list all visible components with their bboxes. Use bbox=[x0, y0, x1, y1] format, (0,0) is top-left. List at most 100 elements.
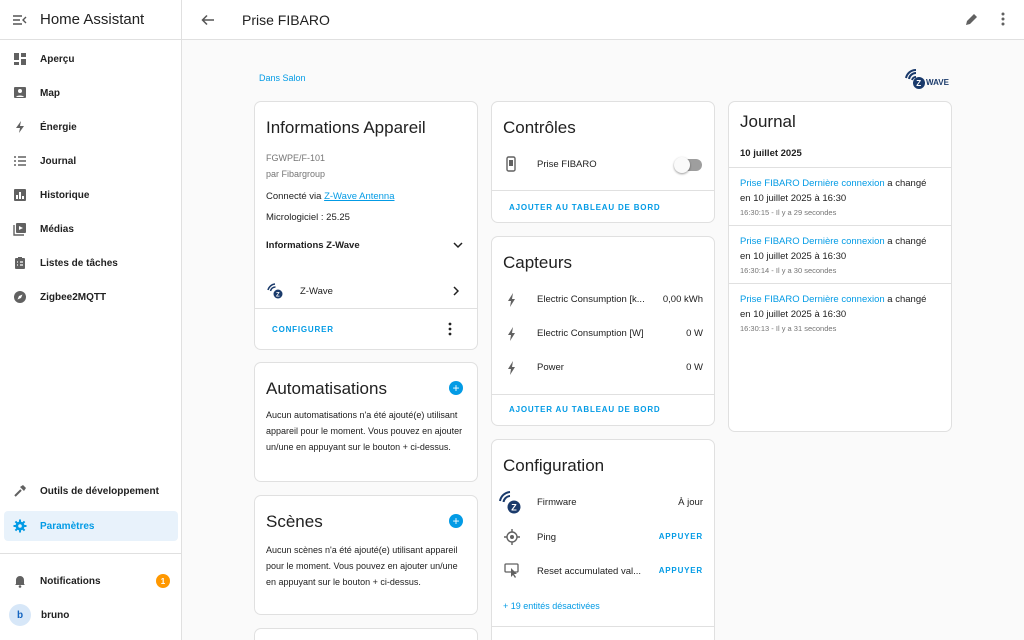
map-icon bbox=[12, 85, 28, 101]
more-vertical-icon[interactable] bbox=[448, 322, 452, 336]
app-title: Home Assistant bbox=[40, 11, 145, 28]
sensor-name: Power bbox=[537, 362, 564, 373]
journal-entry[interactable]: Prise FIBARO Dernière connexion a changé… bbox=[729, 168, 951, 225]
configuration-card: Configuration Z Firmware À jour Ping APP… bbox=[491, 439, 715, 640]
sensor-name: Electric Consumption [W] bbox=[537, 328, 644, 339]
controls-title: Contrôles bbox=[503, 118, 576, 137]
automations-title: Automatisations bbox=[266, 379, 387, 398]
automations-empty-text: Aucun automatisations n'a été ajouté(e) … bbox=[266, 410, 463, 452]
ping-button[interactable]: APPUYER bbox=[659, 532, 703, 541]
menu-collapse-icon[interactable] bbox=[12, 12, 28, 28]
card-divider bbox=[255, 308, 477, 309]
svg-text:Z: Z bbox=[511, 503, 517, 513]
sidebar-item-label: Listes de tâches bbox=[40, 257, 118, 269]
journal-action: a changé bbox=[884, 178, 927, 189]
sensor-value: 0 W bbox=[686, 328, 703, 339]
bell-icon bbox=[12, 573, 28, 589]
chevron-down-icon bbox=[453, 242, 463, 249]
sidebar-item-label: Journal bbox=[40, 155, 77, 167]
sidebar-item-historique[interactable]: Historique bbox=[0, 180, 182, 210]
chevron-right-icon bbox=[453, 286, 459, 296]
pencil-icon[interactable] bbox=[964, 11, 980, 27]
sensors-card: Capteurs Electric Consumption [k... 0,00… bbox=[491, 236, 715, 426]
journal-detail: en 10 juillet 2025 à 16:30 bbox=[740, 251, 847, 262]
journal-action: a changé bbox=[884, 294, 927, 305]
sidebar-item-label: Historique bbox=[40, 189, 90, 201]
zwave-icon: Z bbox=[499, 491, 521, 514]
sidebar-item-zigbee2mqtt[interactable]: Zigbee2MQTT bbox=[0, 282, 182, 312]
sidebar-item-user[interactable]: b bruno bbox=[0, 600, 182, 630]
sidebar-item-label: Map bbox=[40, 87, 60, 99]
dashboard-icon bbox=[12, 51, 28, 67]
sidebar-item-map[interactable]: Map bbox=[0, 78, 182, 108]
zwave-integration-row[interactable]: Z Z-Wave bbox=[255, 274, 477, 306]
ping-row: Ping APPUYER bbox=[492, 527, 714, 551]
controls-card: Contrôles Prise FIBARO AJOUTER AU TABLEA… bbox=[491, 101, 715, 223]
journal-entity-link[interactable]: Prise FIBARO Dernière connexion bbox=[740, 294, 885, 305]
configure-button[interactable]: CONFIGURER bbox=[272, 325, 334, 334]
sensor-name: Electric Consumption [k... bbox=[537, 294, 645, 305]
lightning-icon bbox=[12, 119, 28, 135]
sidebar-item-label: Aperçu bbox=[40, 53, 75, 65]
svg-text:Z: Z bbox=[276, 293, 280, 299]
sensor-row[interactable]: Power 0 W bbox=[492, 357, 714, 381]
add-to-dashboard-button[interactable]: AJOUTER AU TABLEAU DE BORD bbox=[509, 203, 660, 212]
configuration-title: Configuration bbox=[503, 456, 605, 475]
sidebar-item-energie[interactable]: Énergie bbox=[0, 112, 182, 142]
switch-label: Prise FIBARO bbox=[537, 159, 597, 170]
add-automation-button[interactable]: + bbox=[449, 381, 463, 395]
clipboard-list-icon bbox=[12, 255, 28, 271]
card-divider bbox=[492, 394, 714, 395]
device-manufacturer: par Fibargroup bbox=[266, 169, 326, 179]
chart-bar-icon bbox=[12, 187, 28, 203]
back-arrow-icon[interactable] bbox=[200, 12, 216, 28]
journal-detail: en 10 juillet 2025 à 16:30 bbox=[740, 193, 847, 204]
reset-button[interactable]: APPUYER bbox=[659, 566, 703, 575]
zwave-logo-text: WAVE bbox=[926, 77, 949, 87]
journal-entity-link[interactable]: Prise FIBARO Dernière connexion bbox=[740, 178, 885, 189]
zwave-antenna-link[interactable]: Z-Wave Antenna bbox=[324, 191, 394, 202]
card-divider bbox=[492, 190, 714, 191]
lightning-icon bbox=[508, 361, 515, 375]
firmware-row[interactable]: Z Firmware À jour bbox=[492, 490, 714, 516]
sidebar-item-parametres[interactable]: Paramètres bbox=[4, 511, 178, 541]
avatar: b bbox=[9, 604, 31, 626]
area-link[interactable]: Dans Salon bbox=[259, 73, 306, 83]
sidebar-item-notifications[interactable]: Notifications 1 bbox=[0, 566, 182, 596]
journal-detail: en 10 juillet 2025 à 16:30 bbox=[740, 309, 847, 320]
sensors-title: Capteurs bbox=[503, 253, 572, 272]
zwave-info-expander[interactable]: Informations Z-Wave bbox=[255, 232, 477, 258]
power-socket-icon bbox=[506, 156, 516, 172]
sidebar-item-medias[interactable]: Médias bbox=[0, 214, 182, 244]
disabled-entities-link[interactable]: + 19 entités désactivées bbox=[503, 601, 600, 611]
sensor-value: 0,00 kWh bbox=[662, 294, 703, 305]
sidebar-item-label: Paramètres bbox=[40, 520, 95, 532]
sidebar: Home Assistant Aperçu Map Énergie Journa… bbox=[0, 0, 182, 640]
journal-entity-link[interactable]: Prise FIBARO Dernière connexion bbox=[740, 236, 885, 247]
add-to-dashboard-button[interactable]: AJOUTER AU TABLEAU DE BORD bbox=[509, 405, 660, 414]
add-scene-button[interactable]: + bbox=[449, 514, 463, 528]
switch-toggle[interactable] bbox=[674, 157, 702, 173]
sensor-value: 0 W bbox=[686, 362, 703, 373]
journal-entry[interactable]: Prise FIBARO Dernière connexion a changé… bbox=[729, 284, 951, 341]
user-name: bruno bbox=[41, 609, 70, 621]
sidebar-item-listes-taches[interactable]: Listes de tâches bbox=[0, 248, 182, 278]
device-model: FGWPE/F-101 bbox=[266, 153, 326, 163]
sensor-row[interactable]: Electric Consumption [W] 0 W bbox=[492, 323, 714, 347]
firmware-status: À jour bbox=[678, 497, 703, 508]
more-vertical-icon[interactable] bbox=[1000, 11, 1006, 27]
lightning-icon bbox=[508, 293, 515, 307]
journal-entry[interactable]: Prise FIBARO Dernière connexion a changé… bbox=[729, 226, 951, 283]
device-info-card: Informations Appareil FGWPE/F-101 par Fi… bbox=[254, 101, 478, 350]
notification-badge: 1 bbox=[156, 574, 170, 588]
sensor-row[interactable]: Electric Consumption [k... 0,00 kWh bbox=[492, 289, 714, 313]
journal-time: 16:30:13 - Il y a 31 secondes bbox=[740, 324, 837, 333]
sidebar-item-journal[interactable]: Journal bbox=[0, 146, 182, 176]
gear-icon bbox=[12, 518, 28, 534]
sidebar-item-apercu[interactable]: Aperçu bbox=[0, 44, 182, 74]
journal-card: Journal 10 juillet 2025 Prise FIBARO Der… bbox=[728, 101, 952, 432]
hammer-icon bbox=[12, 483, 28, 499]
sidebar-item-dev-tools[interactable]: Outils de développement bbox=[0, 476, 182, 506]
card-divider bbox=[492, 626, 714, 627]
scenes-card: Scènes + Aucun scènes n'a été ajouté(e) … bbox=[254, 495, 478, 615]
